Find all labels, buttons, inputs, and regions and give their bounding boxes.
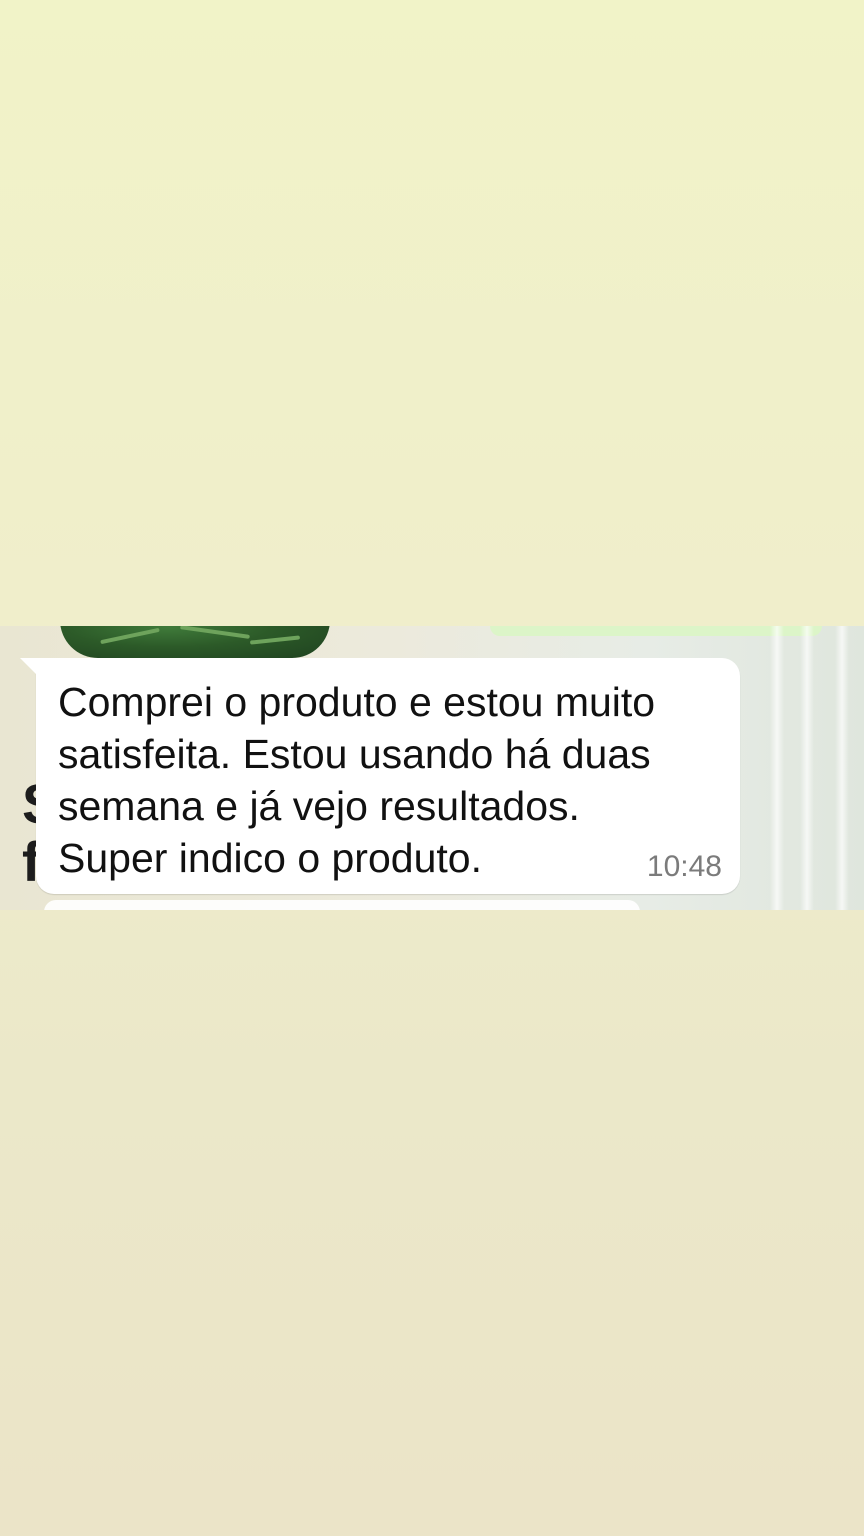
- message-line: semana e já vejo resultados.: [58, 783, 580, 829]
- message-line: Super indico o produto.: [58, 835, 482, 881]
- message-line: satisfeita. Estou usando há duas: [58, 731, 651, 777]
- received-message-bubble[interactable]: Comprei o produto e estou muito satisfei…: [20, 658, 740, 894]
- message-line: Comprei o produto e estou muito: [58, 679, 656, 725]
- message-timestamp: 10:48: [646, 850, 722, 883]
- next-message-bubble-edge: [44, 900, 640, 910]
- message-text: Comprei o produto e estou muito satisfei…: [58, 676, 658, 884]
- bubble-tail: [20, 658, 38, 676]
- plant-image: [60, 626, 330, 658]
